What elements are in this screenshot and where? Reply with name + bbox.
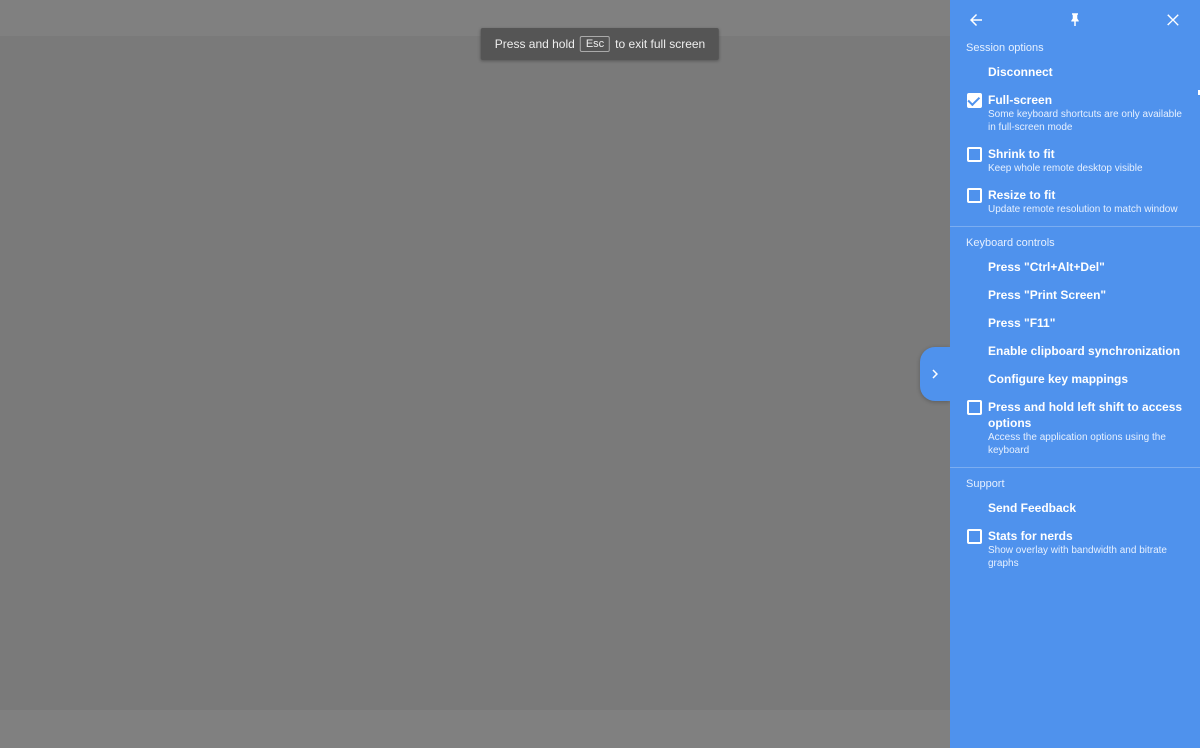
resize-option[interactable]: Resize to fit Update remote resolution t… bbox=[950, 181, 1200, 222]
left-shift-checkbox[interactable] bbox=[967, 400, 982, 415]
shrink-desc: Keep whole remote desktop visible bbox=[988, 162, 1184, 175]
left-shift-title: Press and hold left shift to access opti… bbox=[988, 399, 1184, 431]
resize-checkbox[interactable] bbox=[967, 188, 982, 203]
stats-desc: Show overlay with bandwidth and bitrate … bbox=[988, 544, 1184, 570]
close-icon bbox=[1165, 11, 1183, 29]
stats-title: Stats for nerds bbox=[988, 528, 1184, 544]
panel-header bbox=[950, 0, 1200, 36]
support-label: Support bbox=[950, 472, 1200, 494]
disconnect-button[interactable]: Disconnect bbox=[950, 58, 1200, 86]
keymaps-label: Configure key mappings bbox=[988, 371, 1184, 387]
disconnect-label: Disconnect bbox=[988, 64, 1184, 80]
press-f11-button[interactable]: Press "F11" bbox=[950, 309, 1200, 337]
fullscreen-checkbox[interactable] bbox=[967, 93, 982, 108]
close-button[interactable] bbox=[1160, 6, 1188, 34]
shrink-option[interactable]: Shrink to fit Keep whole remote desktop … bbox=[950, 140, 1200, 181]
shrink-title: Shrink to fit bbox=[988, 146, 1184, 162]
keyboard-controls-label: Keyboard controls bbox=[950, 231, 1200, 253]
resize-title: Resize to fit bbox=[988, 187, 1184, 203]
options-panel: Session options Disconnect Full-screen S… bbox=[950, 0, 1200, 748]
feedback-label: Send Feedback bbox=[988, 500, 1184, 516]
stats-option[interactable]: Stats for nerds Show overlay with bandwi… bbox=[950, 522, 1200, 576]
session-options-label: Session options bbox=[950, 36, 1200, 58]
ctrl-alt-del-label: Press "Ctrl+Alt+Del" bbox=[988, 259, 1184, 275]
divider bbox=[950, 226, 1200, 227]
fullscreen-hint: Press and hold Esc to exit full screen bbox=[481, 28, 719, 60]
fullscreen-title: Full-screen bbox=[988, 92, 1184, 108]
send-feedback-button[interactable]: Send Feedback bbox=[950, 494, 1200, 522]
left-shift-desc: Access the application options using the… bbox=[988, 431, 1184, 457]
enable-clipboard-button[interactable]: Enable clipboard synchronization bbox=[950, 337, 1200, 365]
esc-key-label: Esc bbox=[580, 36, 610, 52]
pin-icon bbox=[1066, 11, 1084, 29]
divider bbox=[950, 467, 1200, 468]
stats-checkbox[interactable] bbox=[967, 529, 982, 544]
clipboard-label: Enable clipboard synchronization bbox=[988, 343, 1184, 359]
arrow-left-icon bbox=[967, 11, 985, 29]
configure-key-mappings-button[interactable]: Configure key mappings bbox=[950, 365, 1200, 393]
resize-desc: Update remote resolution to match window bbox=[988, 203, 1184, 216]
f11-label: Press "F11" bbox=[988, 315, 1184, 331]
shrink-checkbox[interactable] bbox=[967, 147, 982, 162]
print-screen-label: Press "Print Screen" bbox=[988, 287, 1184, 303]
panel-toggle-tab[interactable] bbox=[920, 347, 950, 401]
hint-suffix: to exit full screen bbox=[615, 37, 705, 51]
fullscreen-option[interactable]: Full-screen Some keyboard shortcuts are … bbox=[950, 86, 1200, 140]
press-print-screen-button[interactable]: Press "Print Screen" bbox=[950, 281, 1200, 309]
chevron-right-icon bbox=[926, 365, 944, 383]
pin-button[interactable] bbox=[1061, 6, 1089, 34]
back-button[interactable] bbox=[962, 6, 990, 34]
hint-prefix: Press and hold bbox=[495, 37, 575, 51]
press-ctrl-alt-del-button[interactable]: Press "Ctrl+Alt+Del" bbox=[950, 253, 1200, 281]
fullscreen-desc: Some keyboard shortcuts are only availab… bbox=[988, 108, 1184, 134]
left-shift-option[interactable]: Press and hold left shift to access opti… bbox=[950, 393, 1200, 463]
